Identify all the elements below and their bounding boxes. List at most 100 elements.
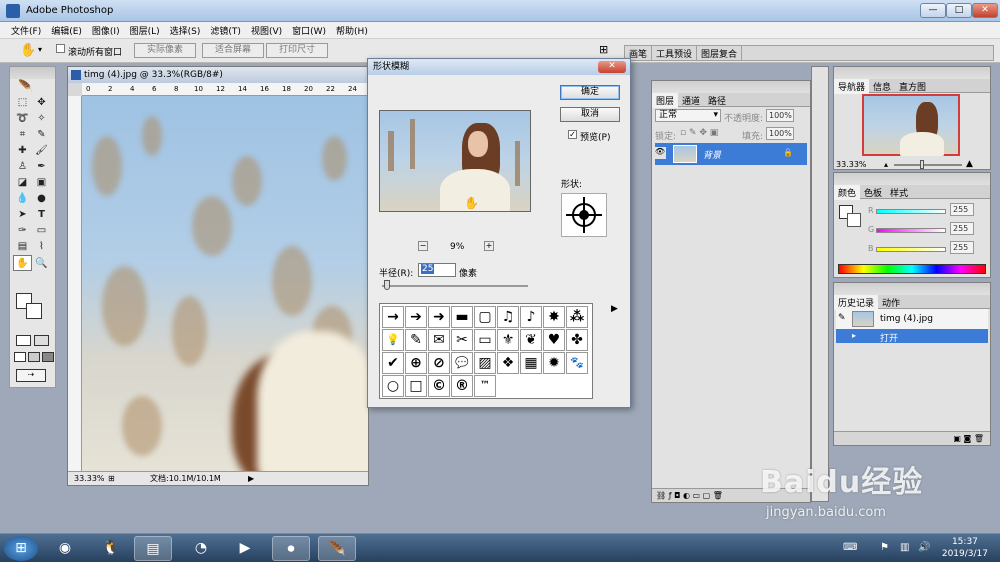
menu-image[interactable]: 图像(I) [87, 22, 125, 39]
path-selection-tool-icon[interactable]: ➤ [13, 207, 32, 223]
taskbar-firefox-icon[interactable]: ◔ [182, 536, 220, 561]
tool-preset-chevron-down-icon[interactable]: ▾ [38, 45, 42, 54]
ok-button[interactable]: 确定 [560, 85, 620, 100]
pen-tool-icon[interactable]: ✑ [13, 223, 32, 239]
shape-music-notes[interactable]: ♫ [497, 306, 519, 328]
shape-speech-bubble[interactable]: 💬 [451, 352, 473, 374]
new-layer-icon[interactable]: ▢ [703, 491, 711, 500]
print-size-button[interactable]: 打印尺寸 [266, 43, 328, 58]
tab-swatches[interactable]: 色板 [860, 185, 886, 200]
hand-tool-icon[interactable]: ✋ [20, 43, 36, 58]
shape-square[interactable]: □ [405, 375, 427, 397]
shape-checkmark[interactable]: ✔ [382, 352, 404, 374]
shape-scissors[interactable]: ✂ [451, 329, 473, 351]
shape-burst[interactable]: ✸ [543, 306, 565, 328]
navigator-panel-header[interactable] [834, 67, 990, 79]
blend-mode-select[interactable]: 正常 ▾ [655, 109, 721, 122]
channel-g-slider[interactable] [876, 228, 946, 233]
shape-lightbulb[interactable]: 💡 [382, 329, 404, 351]
type-tool-icon[interactable]: T [32, 207, 51, 223]
actual-pixels-button[interactable]: 实际像素 [134, 43, 196, 58]
menu-edit[interactable]: 编辑(E) [46, 22, 87, 39]
navigator-zoom[interactable]: 33.33% [836, 160, 867, 169]
radius-slider-track[interactable] [382, 285, 528, 287]
tab-history[interactable]: 历史记录 [834, 295, 879, 310]
new-snapshot-icon[interactable]: ◙ [964, 434, 972, 443]
delete-layer-icon[interactable]: 🗑 [713, 491, 723, 500]
adjustment-layer-icon[interactable]: ◐ [683, 491, 690, 500]
tab-layer-comps[interactable]: 图层复合 [697, 46, 743, 61]
layers-panel-header[interactable] [652, 81, 810, 93]
radius-slider-thumb[interactable] [384, 280, 390, 290]
history-state-open[interactable]: ▸ 打开 [836, 329, 988, 344]
taskbar-qq-icon[interactable]: 🐧 [92, 536, 130, 561]
taskbar-file-explorer-icon[interactable]: ▤ [134, 536, 172, 561]
lock-icons[interactable]: ▫ ✎ ✥ ▣ [680, 128, 718, 138]
notes-tool-icon[interactable]: ▤ [13, 239, 32, 255]
delete-state-icon[interactable]: 🗑 [974, 434, 984, 443]
channel-r-input[interactable]: 255 [950, 203, 974, 216]
shape-tool-icon[interactable]: ▭ [32, 223, 51, 239]
brush-tool-icon[interactable]: 🖌 [32, 143, 51, 159]
layer-background[interactable]: 👁 背景 🔒 [654, 143, 807, 165]
tab-actions[interactable]: 动作 [878, 295, 904, 310]
tray-flag-icon[interactable]: ⚑ [880, 542, 889, 553]
tab-color[interactable]: 颜色 [834, 185, 861, 200]
clone-stamp-tool-icon[interactable]: ♙ [13, 159, 32, 175]
navigator-zoom-out-icon[interactable]: ▴ [884, 160, 888, 169]
menu-help[interactable]: 帮助(H) [331, 22, 373, 39]
shape-arrow-2[interactable]: ➔ [405, 306, 427, 328]
tab-tool-presets[interactable]: 工具预设 [652, 46, 698, 61]
current-shape-preview[interactable] [561, 193, 607, 237]
jump-to-imageready-icon[interactable]: ⇢ [16, 369, 46, 382]
menu-file[interactable]: 文件(F) [6, 22, 46, 39]
tab-channels[interactable]: 通道 [678, 93, 704, 108]
shape-hatch[interactable]: ▨ [474, 352, 496, 374]
scroll-all-windows-checkbox[interactable] [56, 44, 65, 54]
standard-mode-icon[interactable] [16, 335, 31, 346]
shape-starburst[interactable]: ✹ [543, 352, 565, 374]
menu-window[interactable]: 窗口(W) [287, 22, 331, 39]
tab-styles[interactable]: 样式 [886, 185, 912, 200]
close-button[interactable]: ✕ [972, 3, 998, 18]
tray-keyboard-icon[interactable]: ⌨ [843, 542, 857, 553]
maximize-button[interactable]: □ [946, 3, 972, 18]
navigator-zoom-in-icon[interactable]: ▲ [966, 159, 973, 169]
menu-view[interactable]: 视图(V) [246, 22, 287, 39]
marquee-tool-icon[interactable]: ⬚ [13, 95, 32, 111]
shape-pen[interactable]: ✎ [405, 329, 427, 351]
shape-banner[interactable]: ▬ [451, 306, 473, 328]
quick-mask-mode-icon[interactable] [34, 335, 49, 346]
shape-target[interactable]: ⊕ [405, 352, 427, 374]
fit-screen-button[interactable]: 适合屏幕 [202, 43, 264, 58]
shape-splat[interactable]: ✤ [566, 329, 588, 351]
shape-fleur-de-lis[interactable]: ⚜ [497, 329, 519, 351]
slice-tool-icon[interactable]: ✎ [32, 127, 51, 143]
tray-volume-icon[interactable]: 🔊 [918, 542, 930, 553]
channel-r-slider[interactable] [876, 209, 946, 214]
new-document-icon[interactable]: ▣ [953, 434, 961, 443]
taskbar-clock[interactable]: 15:37 2019/3/17 [942, 536, 988, 560]
shape-eighth-note[interactable]: ♪ [520, 306, 542, 328]
menu-filter[interactable]: 滤镜(T) [205, 22, 246, 39]
eyedropper-tool-icon[interactable]: ⌇ [32, 239, 51, 255]
shape-circle[interactable]: ○ [382, 375, 404, 397]
menu-select[interactable]: 选择(S) [165, 22, 206, 39]
zoom-level[interactable]: 33.33% [74, 472, 105, 485]
taskbar-360-browser-icon[interactable]: ◉ [46, 536, 84, 561]
crop-tool-icon[interactable]: ⌗ [13, 127, 32, 143]
history-snapshot[interactable]: ✎ timg (4).jpg [836, 309, 988, 329]
shape-stamp-frame[interactable]: ▢ [474, 306, 496, 328]
navigator-zoom-slider[interactable] [894, 164, 962, 166]
screen-mode-full-menu-icon[interactable] [28, 352, 40, 362]
dialog-title[interactable]: 形状模糊 [368, 59, 630, 75]
screen-mode-standard-icon[interactable] [14, 352, 26, 362]
screen-mode-full-icon[interactable] [42, 352, 54, 362]
history-brush-tool-icon[interactable]: ✒ [32, 159, 51, 175]
shape-heart[interactable]: ♥ [543, 329, 565, 351]
magic-wand-tool-icon[interactable]: ✧ [32, 111, 51, 127]
move-tool-icon[interactable]: ✥ [32, 95, 51, 111]
opacity-input[interactable]: 100% [766, 109, 794, 122]
shape-grid[interactable]: ▦ [520, 352, 542, 374]
shape-grass[interactable]: ⁂ [566, 306, 588, 328]
